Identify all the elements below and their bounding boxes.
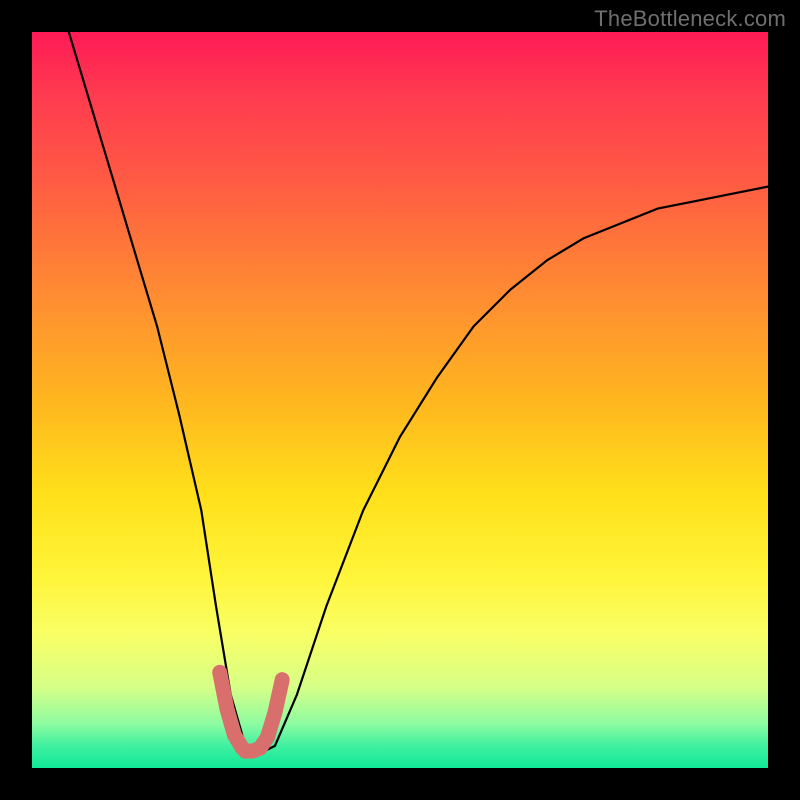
watermark-text: TheBottleneck.com	[594, 6, 786, 32]
chart-svg	[32, 32, 768, 768]
optimal-range-marker	[220, 672, 283, 751]
bottleneck-curve	[69, 32, 768, 753]
chart-frame: TheBottleneck.com	[0, 0, 800, 800]
plot-area	[32, 32, 768, 768]
